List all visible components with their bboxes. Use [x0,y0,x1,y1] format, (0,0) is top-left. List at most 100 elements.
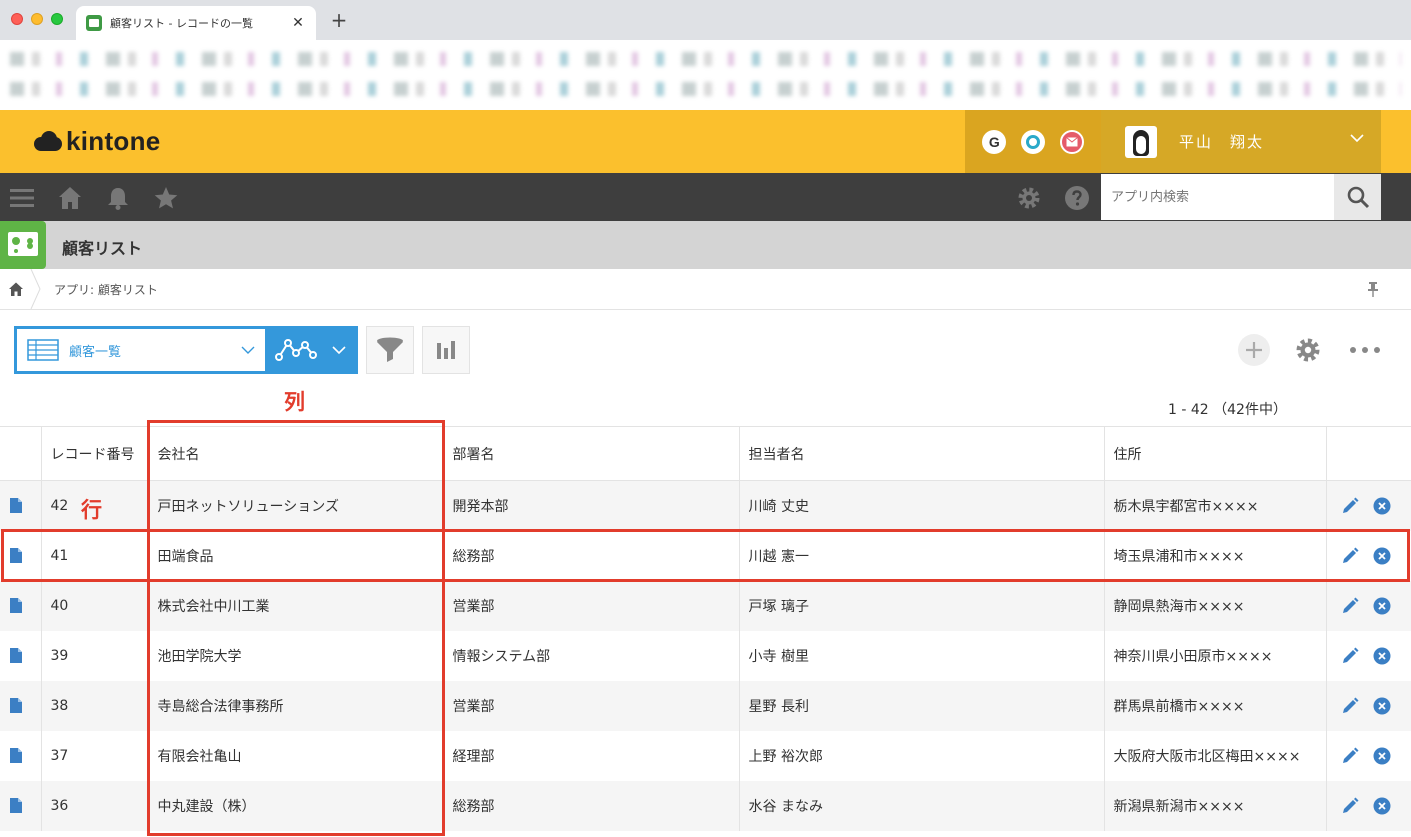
settings-gear-icon[interactable] [1016,185,1042,211]
app-settings-gear-icon[interactable] [1294,336,1322,364]
o-app-icon[interactable] [1020,129,1045,154]
kintone-header: kintone G 平山 翔太 [0,110,1411,173]
cell-address: 大阪府大阪市北区梅田×××× [1104,730,1327,781]
edit-pencil-icon[interactable] [1341,597,1359,615]
cell-department: 情報システム部 [443,630,740,681]
search-button[interactable] [1334,174,1381,220]
breadcrumb-app-link[interactable]: アプリ: 顧客リスト [54,281,158,298]
record-detail-icon[interactable] [10,748,22,763]
window-zoom-button[interactable] [51,13,63,25]
cell-company-name: 田端食品 [148,530,444,581]
delete-x-icon[interactable] [1373,747,1391,765]
cell-person-in-charge: 上野 裕次郎 [739,730,1105,781]
delete-x-icon[interactable] [1373,497,1391,515]
graph-button[interactable] [422,326,470,374]
pagination-count: 1 - 42 （42件中） [1168,402,1287,418]
edit-pencil-icon[interactable] [1341,497,1359,515]
cell-department: 営業部 [443,680,740,731]
app-title-bar: 顧客リスト [0,221,1411,269]
record-list-table: レコード番号 会社名 部署名 担当者名 住所 42 戸田ネットソリューションズ … [0,426,1411,831]
blurred-bookmarks-bar [10,82,1401,96]
header-address[interactable]: 住所 [1104,426,1327,481]
table-row: 42 戸田ネットソリューションズ 開発本部 川崎 丈史 栃木県宇都宮市×××× [0,480,1411,531]
new-tab-button[interactable]: + [328,8,350,32]
cell-department: 経理部 [443,730,740,781]
notification-bell-icon[interactable] [105,185,131,211]
cell-address: 埼玉県浦和市×××× [1104,530,1327,581]
breadcrumb-home-icon[interactable] [8,281,24,297]
cell-record-number: 39 [41,630,149,681]
delete-x-icon[interactable] [1373,797,1391,815]
table-row: 36 中丸建設（株） 総務部 水谷 まなみ 新潟県新潟市×××× [0,780,1411,831]
more-options-button[interactable] [1350,340,1380,360]
add-record-button[interactable] [1238,334,1270,366]
cell-record-number: 38 [41,680,149,731]
record-detail-icon[interactable] [10,798,22,813]
g-app-icon[interactable]: G [982,129,1007,154]
cell-address: 新潟県新潟市×××× [1104,780,1327,831]
edit-pencil-icon[interactable] [1341,647,1359,665]
dot [1350,347,1356,353]
cell-record-number: 36 [41,780,149,831]
edit-pencil-icon[interactable] [1341,697,1359,715]
header-department[interactable]: 部署名 [443,426,740,481]
delete-x-icon[interactable] [1373,697,1391,715]
cell-record-number: 37 [41,730,149,781]
browser-tab[interactable]: 顧客リスト - レコードの一覧 ✕ [76,6,316,40]
header-company-name[interactable]: 会社名 [148,426,444,481]
delete-x-icon[interactable] [1373,547,1391,565]
g-letter: G [988,133,1000,150]
window-minimize-button[interactable] [31,13,43,25]
hamburger-menu-icon[interactable] [9,185,35,211]
chevron-down-icon [332,346,346,355]
browser-tabbar: 顧客リスト - レコードの一覧 ✕ + [0,0,1411,40]
dot [1374,347,1380,353]
table-row: 40 株式会社中川工業 営業部 戸塚 璃子 静岡県熱海市×××× [0,580,1411,631]
filter-button[interactable] [366,326,414,374]
search-icon [1347,186,1369,209]
browser-tab-title: 顧客リスト - レコードの一覧 [110,17,253,30]
plus-icon [1246,342,1262,358]
tab-close-icon[interactable]: ✕ [290,15,306,31]
window-close-button[interactable] [11,13,23,25]
edit-pencil-icon[interactable] [1341,547,1359,565]
table-row: 38 寺島総合法律事務所 営業部 星野 長利 群馬県前橋市×××× [0,680,1411,731]
header-person-in-charge[interactable]: 担当者名 [739,426,1105,481]
user-name: 平山 翔太 [1179,133,1265,151]
record-detail-icon[interactable] [10,648,22,663]
table-header-row: レコード番号 会社名 部署名 担当者名 住所 [0,426,1411,481]
view-selector[interactable]: 顧客一覧 [14,326,265,374]
record-detail-icon[interactable] [10,548,22,563]
help-icon[interactable] [1064,185,1090,211]
record-detail-icon[interactable] [10,698,22,713]
pin-icon[interactable] [1366,281,1380,297]
cell-person-in-charge: 水谷 まなみ [739,780,1105,831]
record-detail-icon[interactable] [10,598,22,613]
record-detail-icon[interactable] [10,498,22,514]
cell-address: 静岡県熱海市×××× [1104,580,1327,631]
cell-company-name: 有限会社亀山 [148,730,444,781]
kintone-cloud-icon [34,130,62,153]
graph-selector-button[interactable] [265,326,358,374]
delete-x-icon[interactable] [1373,597,1391,615]
kintone-favicon-icon [86,15,102,31]
edit-pencil-icon[interactable] [1341,797,1359,815]
app-name: 顧客リスト [62,239,143,258]
cell-record-number: 40 [41,580,149,631]
edit-pencil-icon[interactable] [1341,747,1359,765]
header-record-number[interactable]: レコード番号 [41,426,149,481]
favorites-star-icon[interactable] [153,185,179,211]
kintone-logo[interactable]: kintone [34,126,161,157]
cell-company-name: 戸田ネットソリューションズ [148,480,444,531]
header-detail-column [0,426,42,481]
mail-app-icon[interactable] [1059,129,1084,154]
delete-x-icon[interactable] [1373,647,1391,665]
user-menu[interactable]: 平山 翔太 [1101,110,1381,173]
table-row: 39 池田学院大学 情報システム部 小寺 樹里 神奈川県小田原市×××× [0,630,1411,681]
home-icon[interactable] [57,185,83,211]
cell-address: 神奈川県小田原市×××× [1104,630,1327,681]
cell-company-name: 中丸建設（株） [148,780,444,831]
view-selector-label: 顧客一覧 [69,344,122,360]
app-search-input[interactable] [1101,174,1334,220]
cell-person-in-charge: 星野 長利 [739,680,1105,731]
